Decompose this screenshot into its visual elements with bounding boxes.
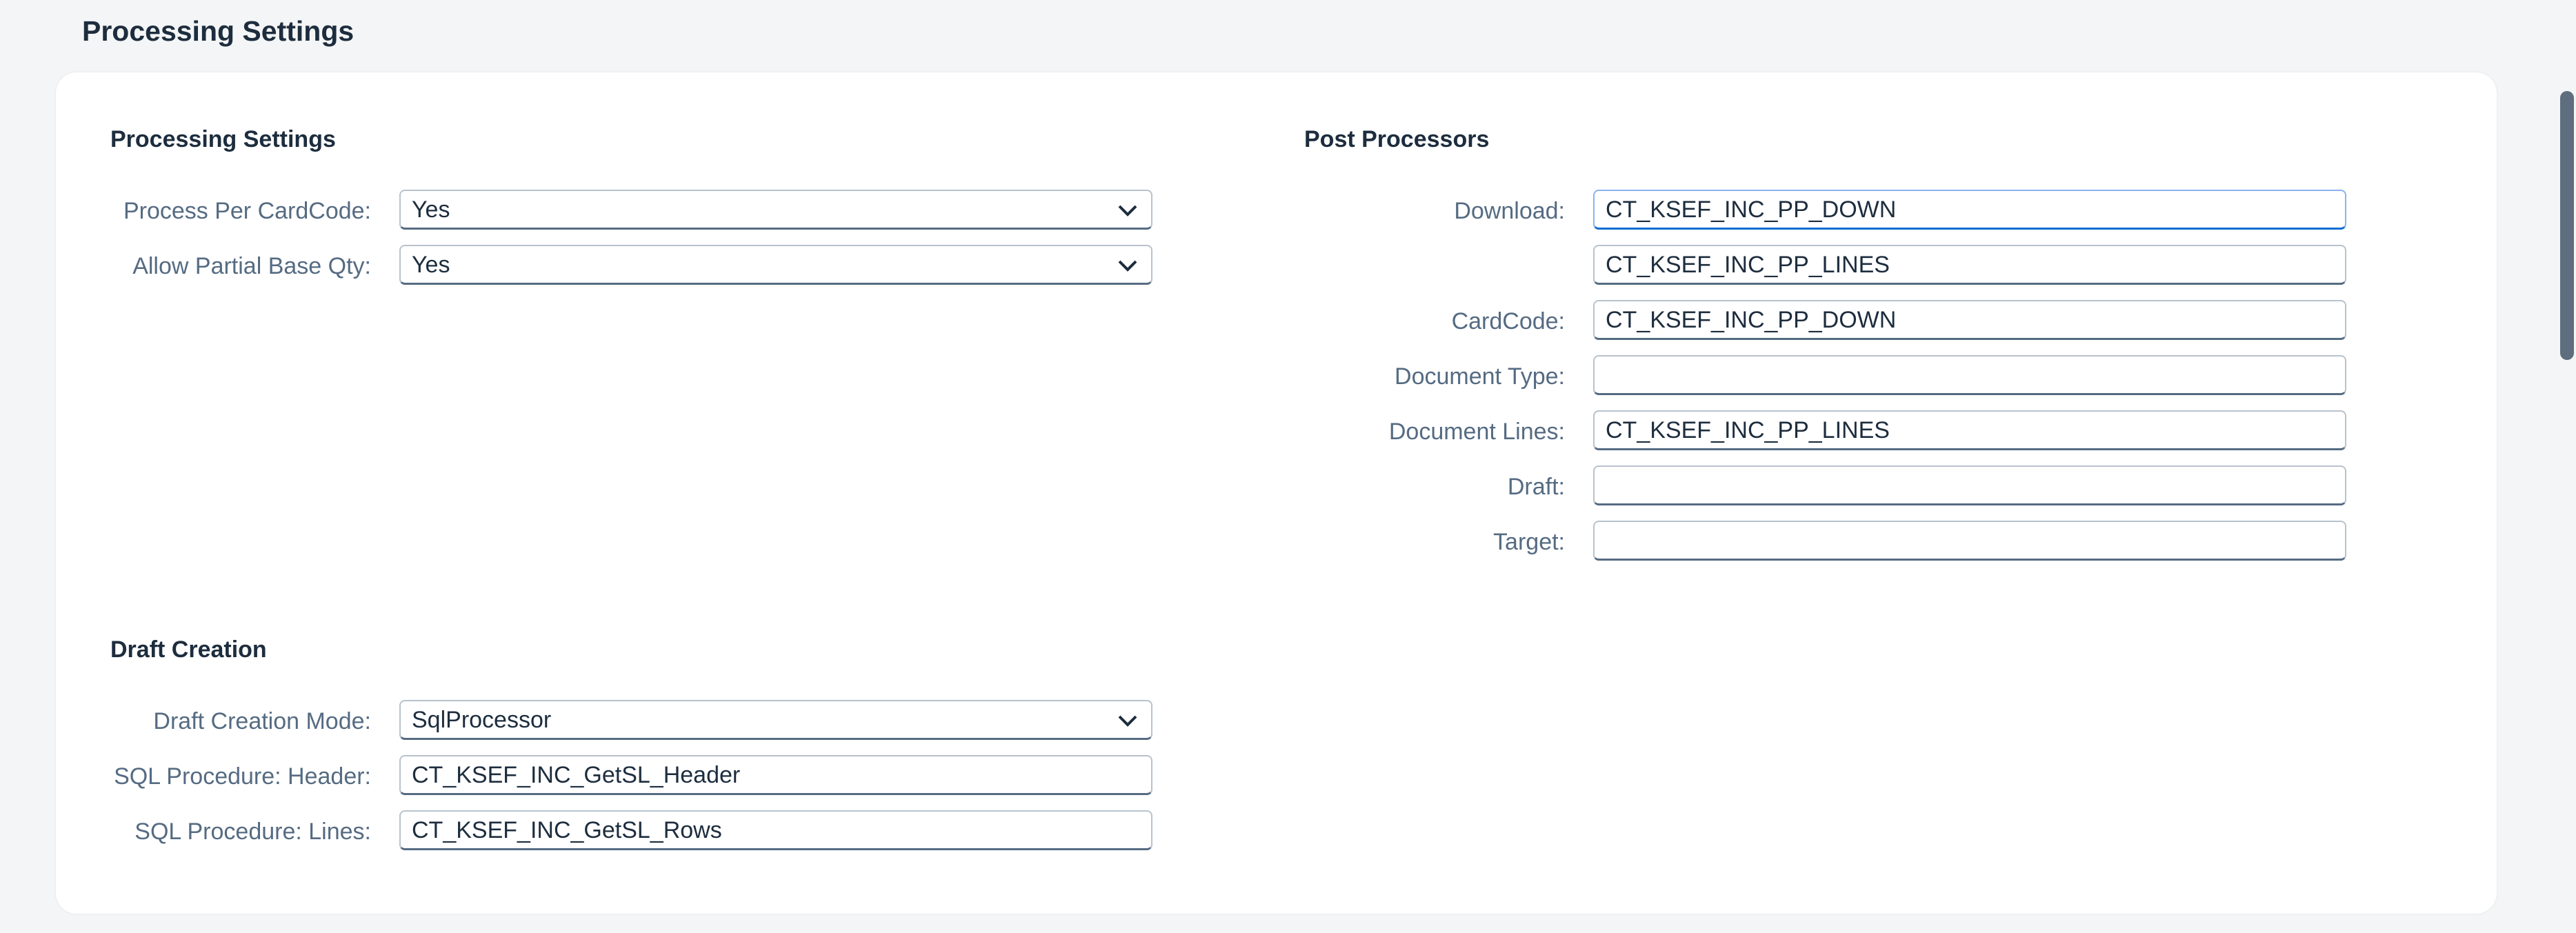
target-input[interactable] bbox=[1593, 521, 2346, 561]
sql-procedure-lines-input[interactable]: CT_KSEF_INC_GetSL_Rows bbox=[399, 810, 1152, 850]
process-per-cardcode-value: Yes bbox=[412, 197, 450, 223]
chevron-down-icon[interactable] bbox=[1117, 201, 1139, 220]
post-processors-heading: Post Processors bbox=[1304, 126, 1490, 152]
allow-partial-base-qty-label: Allow Partial Base Qty: bbox=[132, 253, 371, 279]
download-input[interactable]: CT_KSEF_INC_PP_DOWN bbox=[1593, 190, 2346, 230]
processing-settings-page: { "page": { "title": "Processing Setting… bbox=[0, 0, 2576, 933]
target-label: Target: bbox=[1493, 529, 1565, 555]
document-lines-label: Document Lines: bbox=[1388, 419, 1565, 445]
draft-creation-mode-value: SqlProcessor bbox=[412, 707, 552, 733]
settings-card: Processing Settings Process Per CardCode… bbox=[56, 72, 2497, 914]
process-per-cardcode-select[interactable]: Yes bbox=[399, 190, 1152, 230]
page-title: Processing Settings bbox=[82, 15, 355, 47]
sql-procedure-header-input[interactable]: CT_KSEF_INC_GetSL_Header bbox=[399, 755, 1152, 795]
download-lines-input[interactable]: CT_KSEF_INC_PP_LINES bbox=[1593, 245, 2346, 285]
allow-partial-base-qty-select[interactable]: Yes bbox=[399, 245, 1152, 285]
process-per-cardcode-label: Process Per CardCode: bbox=[123, 198, 371, 224]
vertical-scrollbar[interactable] bbox=[2551, 0, 2576, 933]
allow-partial-base-qty-value: Yes bbox=[412, 252, 450, 278]
chevron-down-icon[interactable] bbox=[1117, 256, 1139, 275]
download-label: Download: bbox=[1454, 198, 1565, 224]
sql-procedure-lines-label: SQL Procedure: Lines: bbox=[134, 819, 371, 845]
draft-input[interactable] bbox=[1593, 465, 2346, 505]
draft-creation-mode-select[interactable]: SqlProcessor bbox=[399, 700, 1152, 740]
chevron-down-icon[interactable] bbox=[1117, 711, 1139, 730]
draft-label: Draft: bbox=[1507, 474, 1565, 500]
cardcode-label: CardCode: bbox=[1451, 308, 1565, 334]
processing-settings-heading: Processing Settings bbox=[110, 126, 336, 152]
document-type-label: Document Type: bbox=[1395, 363, 1565, 390]
draft-creation-mode-label: Draft Creation Mode: bbox=[153, 708, 371, 734]
cardcode-input[interactable]: CT_KSEF_INC_PP_DOWN bbox=[1593, 300, 2346, 340]
draft-creation-heading: Draft Creation bbox=[110, 636, 267, 663]
sql-procedure-header-label: SQL Procedure: Header: bbox=[114, 763, 371, 790]
document-lines-input[interactable]: CT_KSEF_INC_PP_LINES bbox=[1593, 410, 2346, 450]
scrollbar-thumb[interactable] bbox=[2560, 91, 2574, 360]
document-type-input[interactable] bbox=[1593, 355, 2346, 395]
